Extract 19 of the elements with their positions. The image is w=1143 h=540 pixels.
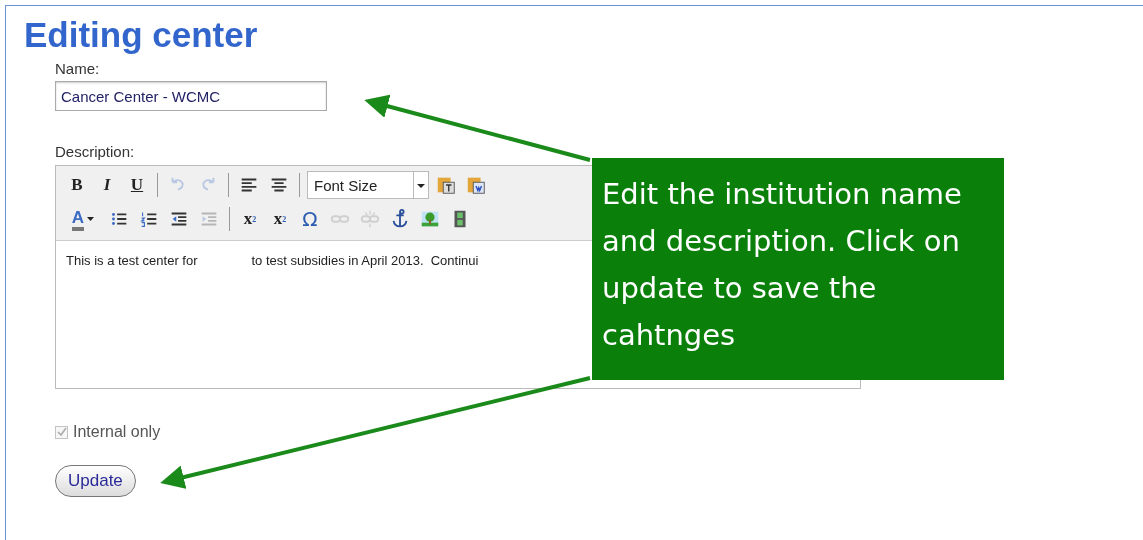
name-field[interactable]: Cancer Center - WCMC bbox=[55, 81, 327, 111]
text-color-button[interactable]: A bbox=[71, 207, 85, 231]
page-title: Editing center bbox=[24, 16, 258, 54]
superscript-button[interactable]: x$^{2}$ bbox=[237, 206, 263, 232]
callout-note: Edit the institution name and description. Click on update to save the cahtnges bbox=[592, 158, 1004, 380]
update-button[interactable]: Update bbox=[55, 465, 136, 497]
field-label: Name: bbox=[55, 60, 100, 77]
underline-button[interactable]: U bbox=[124, 172, 150, 198]
editor-text: This is a test center for bbox=[66, 253, 198, 268]
unlink-icon bbox=[359, 208, 381, 230]
checkbox-label: Internal only bbox=[73, 423, 161, 441]
field-label: Description: bbox=[55, 143, 135, 160]
special-character-button[interactable]: Ω bbox=[297, 206, 323, 232]
font-size-select[interactable]: Font Size bbox=[307, 171, 429, 199]
editor-text: to test subsidies in April 2013. Continui bbox=[251, 253, 479, 268]
italic-button[interactable]: I bbox=[94, 172, 120, 198]
bold-button[interactable]: B bbox=[64, 172, 90, 198]
caret-icon[interactable] bbox=[87, 217, 95, 221]
caret-icon bbox=[413, 172, 428, 198]
